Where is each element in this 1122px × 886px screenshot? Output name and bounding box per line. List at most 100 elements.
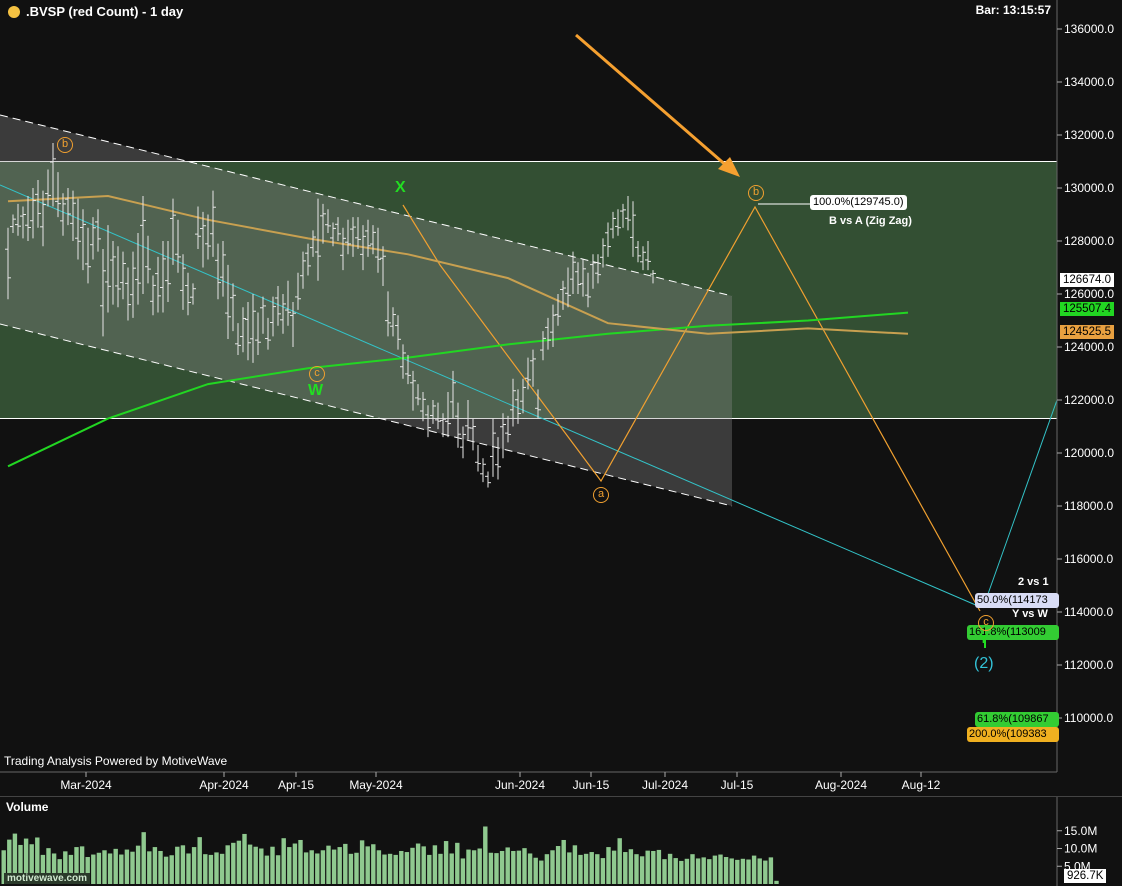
volume-bar: [427, 854, 432, 884]
wave-x-label: X: [395, 179, 406, 196]
volume-bar: [471, 850, 477, 884]
volume-bar: [707, 859, 712, 884]
volume-bar: [578, 854, 583, 884]
price-tick-label: 136000.0: [1064, 22, 1114, 36]
volume-bar: [96, 852, 102, 884]
volume-bar: [751, 855, 757, 884]
volume-bar: [365, 846, 370, 884]
volume-bar: [617, 838, 622, 884]
volume-bar: [499, 850, 505, 884]
wave-b-second-text: b: [752, 186, 760, 198]
volume-bar: [774, 880, 779, 884]
volume-bar: [667, 853, 673, 884]
volume-bar: [561, 839, 566, 884]
volume-bar: [550, 850, 555, 884]
volume-bar: [639, 856, 645, 884]
volume-bar: [141, 832, 146, 884]
volume-bar: [527, 853, 533, 884]
volume-bar: [287, 847, 292, 884]
volume-bar: [455, 842, 460, 884]
price-tick-label: 132000.0: [1064, 128, 1114, 142]
fib-50-label: 50.0%(114173: [975, 593, 1059, 608]
volume-bar: [236, 840, 242, 884]
volume-bar: [651, 850, 656, 884]
fib-618-label: 61.8%(109867: [975, 712, 1059, 727]
volume-bar: [488, 852, 494, 884]
volume-bar: [539, 860, 544, 884]
volume-bar: [399, 850, 404, 884]
volume-bar: [679, 860, 684, 884]
volume-bar: [600, 858, 606, 884]
wave-b-first-label: b: [57, 137, 73, 153]
volume-bar: [387, 853, 393, 884]
wave-c-first-label: c: [309, 366, 325, 382]
volume-bar: [415, 843, 421, 884]
volume-bar: [768, 857, 774, 884]
wave-b-second-label: b: [748, 185, 764, 201]
volume-bar: [606, 847, 611, 884]
volume-bar: [723, 857, 729, 884]
two-vs-one-label: 2 vs 1: [1018, 576, 1049, 588]
volume-tick-label: 10.0M: [1064, 842, 1097, 856]
b-vs-a-label: B vs A (Zig Zag): [829, 215, 912, 227]
volume-bar: [354, 852, 359, 884]
volume-bar: [124, 849, 130, 884]
wave-y-label: Y: [979, 630, 989, 646]
volume-bar: [410, 847, 415, 884]
volume-bar: [583, 853, 589, 884]
volume-bar: [740, 858, 746, 884]
wave-b-first-text: b: [61, 138, 69, 150]
wave-2-label: (2): [974, 655, 994, 672]
y-vs-w-label: Y vs W: [1012, 608, 1048, 620]
status-dot-icon: [8, 6, 20, 18]
time-tick-label: Aug-2024: [815, 778, 867, 792]
volume-bar: [303, 852, 309, 884]
volume-bar: [259, 848, 264, 884]
volume-bar: [438, 853, 443, 884]
volume-bar: [684, 858, 690, 884]
price-tick-label: 118000.0: [1064, 499, 1113, 513]
volume-bar: [393, 854, 398, 884]
volume-bar: [320, 850, 326, 884]
time-tick-label: Jun-2024: [495, 778, 545, 792]
powered-by-label: Trading Analysis Powered by MotiveWave: [4, 754, 228, 768]
fib-200-label: 200.0%(109383: [967, 727, 1059, 742]
volume-bar: [163, 856, 169, 884]
volume-bar: [119, 854, 124, 884]
price-tick-label: 114000.0: [1064, 605, 1113, 619]
volume-bar: [186, 853, 191, 884]
volume-bar: [611, 850, 617, 884]
volume-bar: [735, 859, 740, 884]
volume-bar: [225, 845, 230, 884]
volume-bar: [135, 845, 141, 884]
volume-bar: [460, 858, 466, 884]
volume-title: Volume: [6, 800, 49, 814]
volume-bar: [208, 854, 214, 884]
volume-bar: [281, 838, 286, 884]
time-tick-label: May-2024: [349, 778, 403, 792]
volume-bar: [567, 852, 572, 884]
price-tick-label: 128000.0: [1064, 234, 1114, 248]
volume-bar: [449, 853, 454, 884]
volume-bar: [270, 846, 275, 884]
time-tick-label: Jun-15: [573, 778, 610, 792]
volume-bar: [718, 854, 723, 884]
volume-bar: [275, 855, 281, 884]
volume-bar: [107, 853, 113, 884]
volume-bar: [309, 850, 314, 884]
volume-bar: [102, 850, 107, 884]
volume-bar: [544, 854, 550, 884]
price-tick-label: 134000.0: [1064, 75, 1114, 89]
volume-bar: [505, 847, 510, 884]
price-tick-label: 112000.0: [1064, 658, 1113, 672]
volume-bar: [673, 858, 678, 884]
time-tick-label: Mar-2024: [60, 778, 112, 792]
volume-bar: [555, 846, 561, 884]
volume-bar: [695, 858, 701, 884]
volume-bar: [656, 849, 662, 884]
time-tick-label: Jul-15: [721, 778, 754, 792]
volume-bar: [292, 843, 298, 884]
volume-bar: [180, 845, 186, 884]
volume-bar: [337, 847, 342, 884]
badge-ma-tan: 124525.5: [1060, 325, 1114, 339]
